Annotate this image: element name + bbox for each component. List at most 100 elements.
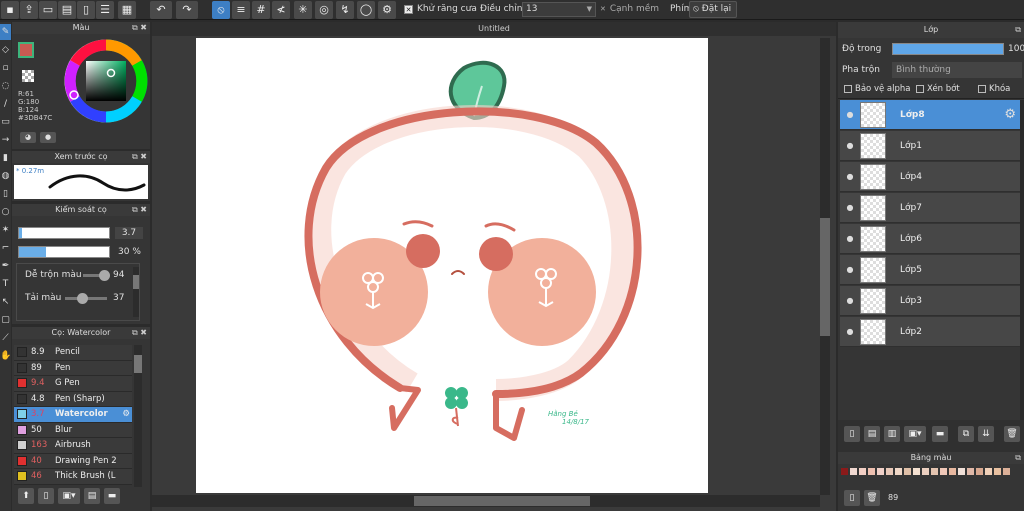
visibility-icon[interactable]: ● xyxy=(840,203,860,212)
brush-item[interactable]: 40 Drawing Pen 2 xyxy=(14,453,132,469)
layer-row[interactable]: ● Lớp8 ⚙ xyxy=(840,100,1020,130)
panel-controls-icon[interactable]: ⧉ ✖ xyxy=(132,327,147,339)
adjust-select[interactable]: 13 ▼ xyxy=(522,2,596,17)
palette-swatch[interactable] xyxy=(1002,467,1011,476)
layer-row[interactable]: ● Lớp5 xyxy=(840,255,1020,285)
pen-nib-icon[interactable]: ✒ xyxy=(0,258,11,274)
panel-controls-icon[interactable]: ⧉ xyxy=(1015,452,1021,464)
size-slider[interactable] xyxy=(18,227,110,239)
document-icon[interactable]: ▤ xyxy=(58,1,76,19)
eraser-tool-icon[interactable]: ▭ xyxy=(0,114,11,130)
palette-swatch[interactable] xyxy=(858,467,867,476)
horizontal-scrollbar[interactable] xyxy=(152,495,820,507)
lasso-tool-icon[interactable]: ◌ xyxy=(0,78,11,94)
blur-tool-icon[interactable]: ○ xyxy=(0,204,11,220)
size-value[interactable]: 3.7 xyxy=(115,227,143,239)
visibility-icon[interactable]: ● xyxy=(840,172,860,181)
blend-slider-handle[interactable] xyxy=(99,270,110,281)
panel-controls-icon[interactable]: ⧉ xyxy=(1015,22,1021,38)
pointer-tool-icon[interactable]: ↖ xyxy=(0,294,11,310)
brush-item[interactable]: 46 Thick Brush (L xyxy=(14,469,132,485)
vertical-scrollbar-thumb[interactable] xyxy=(820,218,830,336)
hand-tool-icon[interactable]: ✋ xyxy=(0,348,11,364)
brush-folder-icon[interactable]: ▬ xyxy=(104,488,120,504)
redo-icon[interactable]: ↷ xyxy=(176,1,198,19)
page-icon[interactable]: ▯ xyxy=(77,1,95,19)
chat-icon[interactable]: ▭ xyxy=(39,1,57,19)
snap-off-icon[interactable]: ⦸ xyxy=(212,1,230,19)
palette-swatch[interactable] xyxy=(885,467,894,476)
brush-item[interactable]: 8.9 Pencil xyxy=(14,345,132,361)
palette-swatch[interactable] xyxy=(921,467,930,476)
palette-swatch[interactable] xyxy=(993,467,1002,476)
ruler-tool-icon[interactable]: ⟋ xyxy=(0,330,11,346)
primary-color-swatch[interactable] xyxy=(18,42,34,58)
layer-row[interactable]: ● Lớp2 xyxy=(840,317,1020,347)
transform-tool-icon[interactable]: → xyxy=(0,132,11,148)
layer-row[interactable]: ● Lớp1 xyxy=(840,131,1020,161)
lock-checkbox[interactable]: Khóa xyxy=(978,84,1010,94)
text-tool-icon[interactable]: T xyxy=(0,276,11,292)
snap-grid-icon[interactable]: # xyxy=(252,1,270,19)
soft-edge-toggle[interactable]: ✕ Cạnh mềm xyxy=(600,2,662,17)
snap-curve-icon[interactable]: ↯ xyxy=(336,1,354,19)
panel-controls-icon[interactable]: ⧉ ✖ xyxy=(132,151,147,163)
snap-ellipse-icon[interactable]: ◯ xyxy=(357,1,375,19)
snap-parallel-icon[interactable]: ≡ xyxy=(232,1,250,19)
panel-controls-icon[interactable]: ⧉ ✖ xyxy=(132,204,147,216)
color-mode-icon[interactable]: ● xyxy=(40,132,56,143)
brush-item[interactable]: 3.7 Watercolor ⚙ xyxy=(14,407,132,423)
duplicate-brush-icon[interactable]: ▣▾ xyxy=(58,488,80,504)
share-icon[interactable]: ⇪ xyxy=(20,1,38,19)
brush-item[interactable]: 163 Airbrush xyxy=(14,438,132,454)
snap-settings-icon[interactable]: ⚙ xyxy=(378,1,396,19)
visibility-icon[interactable]: ● xyxy=(840,265,860,274)
horizontal-scrollbar-thumb[interactable] xyxy=(414,496,590,506)
layer-row[interactable]: ● Lớp3 xyxy=(840,286,1020,316)
visibility-icon[interactable]: ● xyxy=(840,110,860,119)
palette-swatch[interactable] xyxy=(975,467,984,476)
merge-layer-icon[interactable]: ⇊ xyxy=(978,426,994,442)
brush-tool-icon[interactable]: ✎ xyxy=(0,24,11,40)
palette-swatch[interactable] xyxy=(849,467,858,476)
move-tool-icon[interactable]: ▫ xyxy=(0,60,11,76)
brush-scrollbar-thumb[interactable] xyxy=(134,355,142,373)
layer-scrollbar[interactable] xyxy=(1020,100,1024,420)
palette-swatch[interactable] xyxy=(876,467,885,476)
new-layer-8bit-icon[interactable]: ▤ xyxy=(864,426,880,442)
bucket-tool-icon[interactable]: ◍ xyxy=(0,168,11,184)
palette-swatch[interactable] xyxy=(930,467,939,476)
brush-item[interactable]: 50 Blur xyxy=(14,422,132,438)
add-brush-icon[interactable]: ⬆ xyxy=(18,488,34,504)
hue-wheel[interactable] xyxy=(64,39,148,123)
transparent-swatch[interactable] xyxy=(22,70,34,82)
visibility-icon[interactable]: ● xyxy=(840,296,860,305)
document-tab[interactable]: Untitled xyxy=(152,22,836,36)
magic-wand-icon[interactable]: ✶ xyxy=(0,222,11,238)
delete-layer-icon[interactable]: 🗑 xyxy=(1004,426,1020,442)
undo-icon[interactable]: ↶ xyxy=(150,1,172,19)
new-layer-icon[interactable]: ▯ xyxy=(844,426,860,442)
frame-tool-icon[interactable]: ▢ xyxy=(0,312,11,328)
palette-swatch[interactable] xyxy=(912,467,921,476)
folder-icon[interactable]: ▬ xyxy=(932,426,948,442)
new-brush-icon[interactable]: ▯ xyxy=(38,488,54,504)
brush-item[interactable]: 4.8 Pen (Sharp) xyxy=(14,391,132,407)
panel-controls-icon[interactable]: ⧉ ✖ xyxy=(132,22,147,34)
layer-row[interactable]: ● Lớp4 xyxy=(840,162,1020,192)
brush-settings-gear-icon[interactable]: ⚙ xyxy=(122,409,130,419)
blend-mode-select[interactable]: Bình thường xyxy=(892,62,1022,78)
brush-item[interactable]: 9.4 G Pen xyxy=(14,376,132,392)
duplicate-layer-icon[interactable]: ⧉ xyxy=(958,426,974,442)
pen-tool-icon[interactable]: / xyxy=(0,96,11,112)
snap-perspective-icon[interactable]: ≮ xyxy=(272,1,290,19)
reuse-slider-handle[interactable] xyxy=(77,293,88,304)
layer-opacity-slider[interactable] xyxy=(892,43,1004,55)
new-file-icon[interactable]: ▪ xyxy=(1,1,19,19)
brush-item[interactable]: 89 Pen xyxy=(14,360,132,376)
brush-settings-icon[interactable]: ▤ xyxy=(84,488,100,504)
layers-list-icon[interactable]: ☰ xyxy=(96,1,114,19)
layer-row[interactable]: ● Lớp7 xyxy=(840,193,1020,223)
settings-grid-icon[interactable]: ▦ xyxy=(118,1,136,19)
palette-swatch[interactable] xyxy=(840,467,849,476)
